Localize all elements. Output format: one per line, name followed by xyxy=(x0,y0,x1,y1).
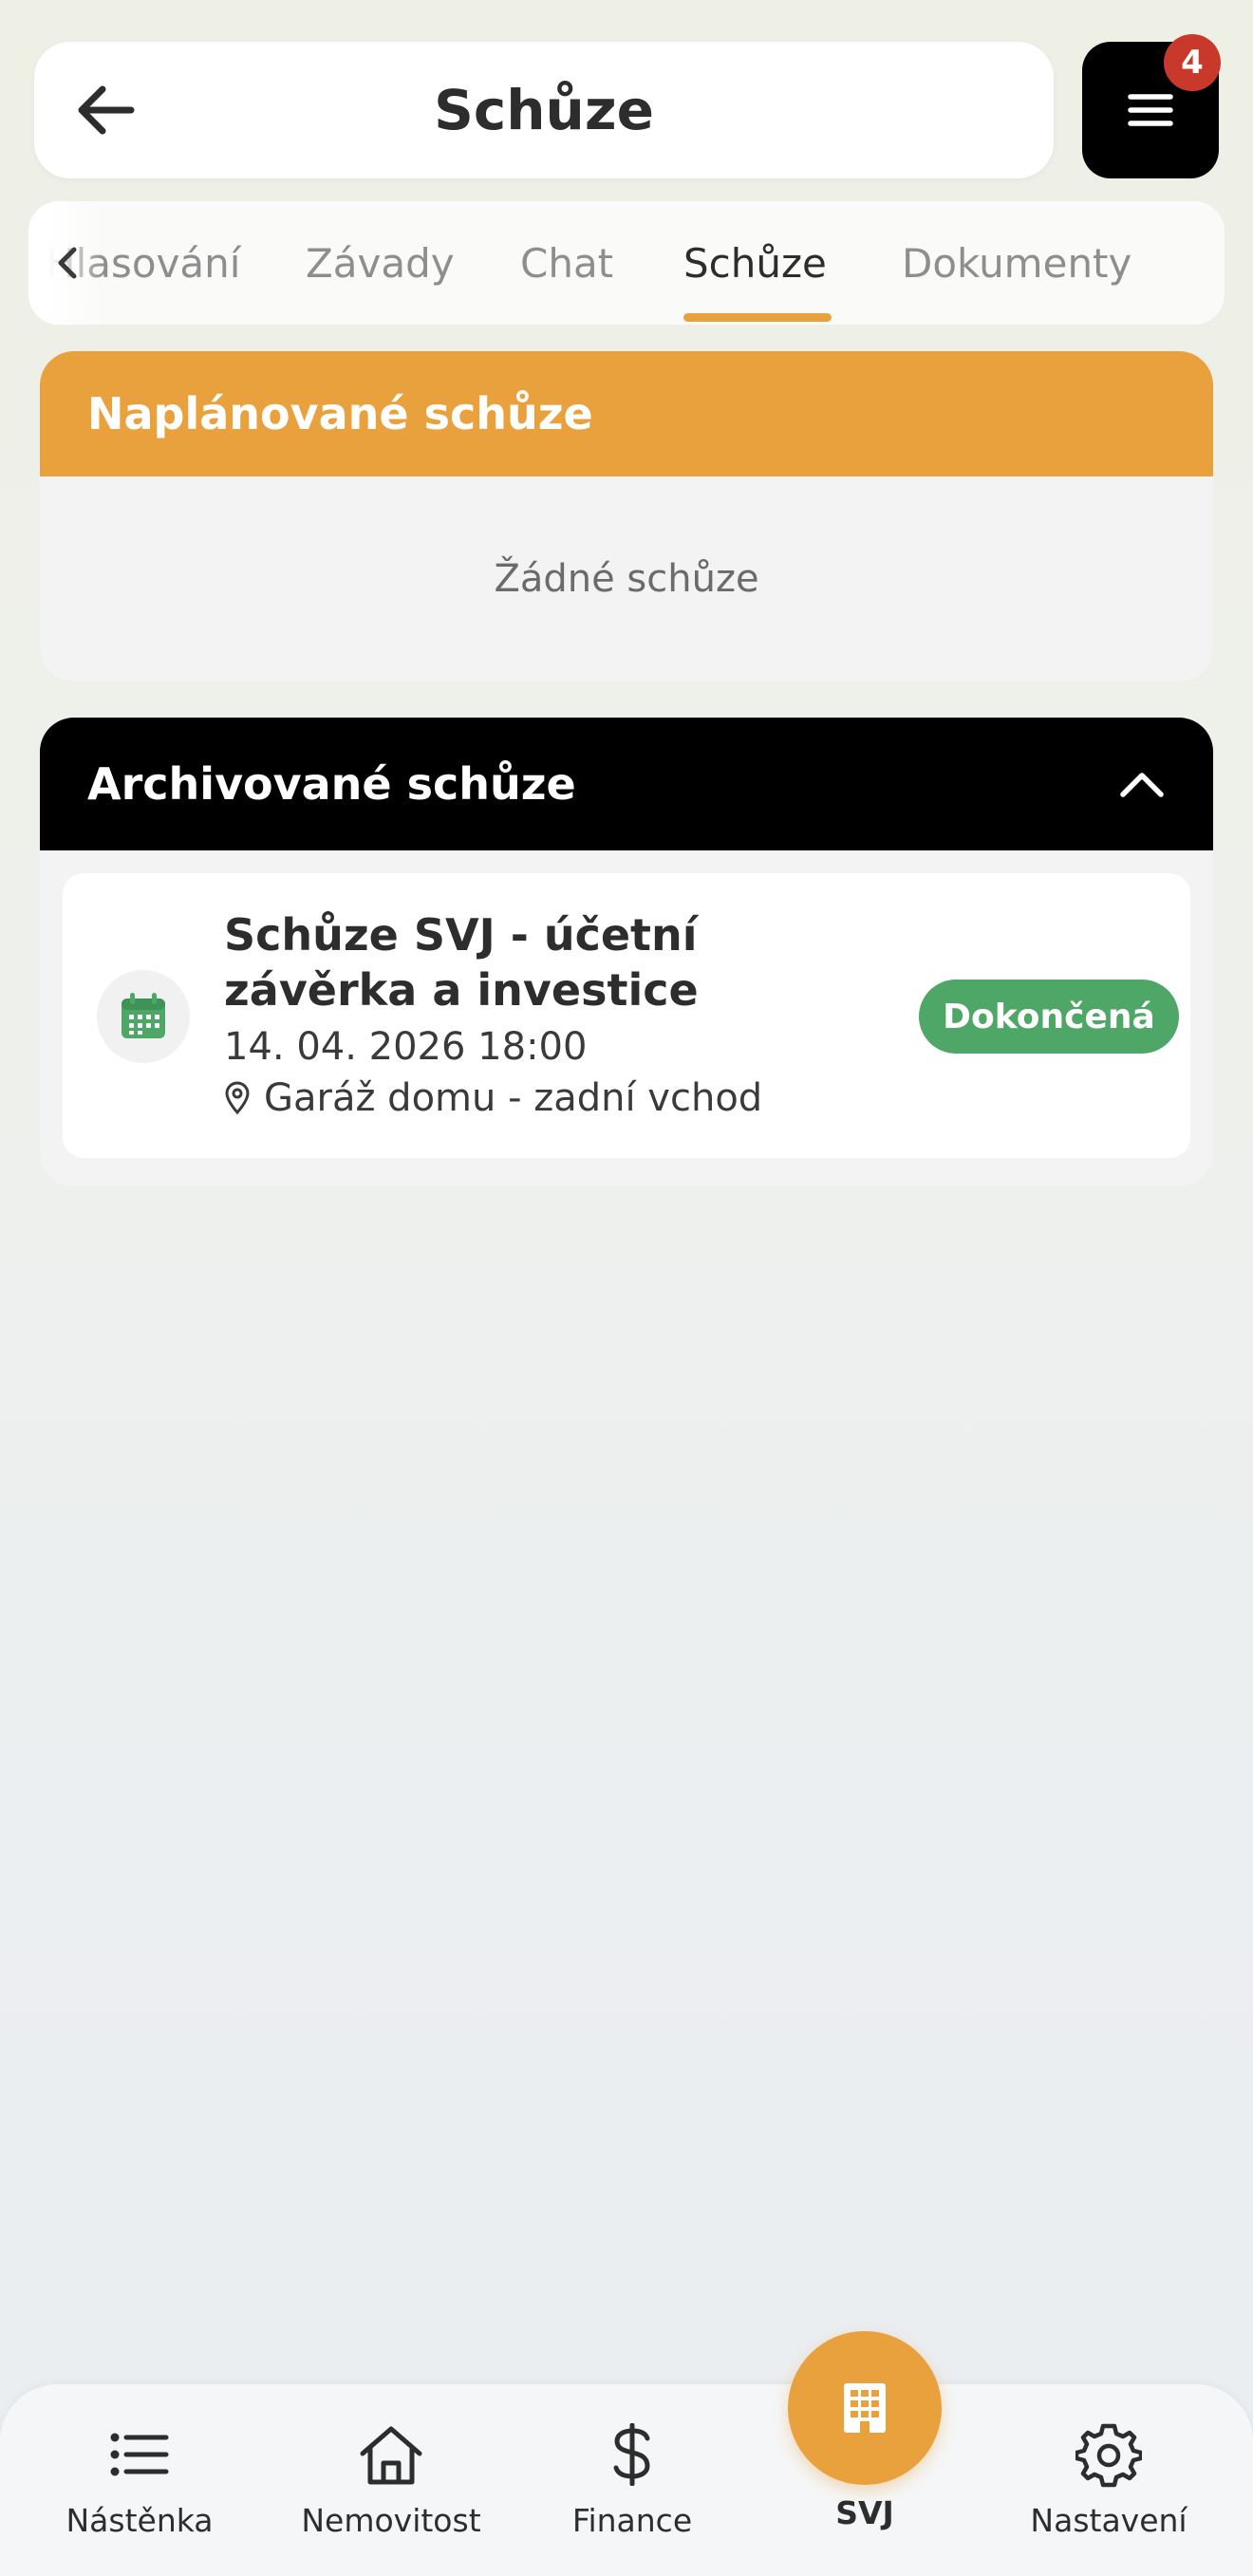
chevron-up-icon xyxy=(1120,773,1164,797)
dollar-icon xyxy=(613,2423,650,2486)
tabs-scroll-left-button[interactable] xyxy=(44,237,91,289)
arrow-left-icon xyxy=(78,85,135,135)
meeting-location-row: Garáž domu - zadní vchod xyxy=(224,1074,762,1122)
gear-icon xyxy=(1075,2423,1142,2488)
planned-meetings-section: Naplánované schůze Žádné schůze xyxy=(40,351,1213,681)
notification-badge: 4 xyxy=(1164,34,1221,91)
nav-label-svj: SVJ xyxy=(835,2494,894,2531)
nav-item-nemovitost[interactable]: Nemovitost xyxy=(287,2411,496,2553)
meeting-datetime: 14. 04. 2026 18:00 xyxy=(224,1025,588,1069)
nav-item-nastenka[interactable]: Nástěnka xyxy=(35,2411,244,2553)
page-title: Schůze xyxy=(434,78,654,142)
home-icon xyxy=(360,2426,422,2485)
building-icon xyxy=(844,2383,886,2433)
status-badge: Dokončená xyxy=(919,980,1179,1054)
header-bar: Schůze xyxy=(34,42,1054,178)
meeting-card[interactable]: Schůze SVJ - účetní závěrka a investice … xyxy=(63,873,1190,1158)
nav-label-finance: Finance xyxy=(571,2502,693,2539)
menu-icon xyxy=(1128,94,1173,126)
active-tab-indicator xyxy=(683,313,832,322)
location-pin-icon xyxy=(225,1081,250,1115)
nav-label-nemovitost: Nemovitost xyxy=(301,2502,481,2539)
planned-meetings-header: Naplánované schůze xyxy=(40,351,1213,476)
planned-empty-text: Žádné schůze xyxy=(494,557,759,601)
archived-meetings-section: Archivované schůze Schůze SVJ - účetní z… xyxy=(40,718,1213,1186)
nav-label-nastenka: Nástěnka xyxy=(65,2502,214,2539)
nav-label-nastaveni: Nastavení xyxy=(1030,2502,1188,2539)
nav-item-svj[interactable] xyxy=(788,2331,942,2485)
calendar-icon-wrap xyxy=(97,970,190,1063)
chevron-left-icon xyxy=(58,247,77,279)
tabs-bar: Hlasování Závady Chat Schůze Dokumenty xyxy=(28,201,1225,325)
tab-schuze[interactable]: Schůze xyxy=(683,201,827,325)
back-button[interactable] xyxy=(72,76,140,144)
nav-item-finance[interactable]: Finance xyxy=(528,2411,737,2553)
meeting-title: Schůze SVJ - účetní závěrka a investice xyxy=(224,909,699,1016)
tab-dokumenty[interactable]: Dokumenty xyxy=(902,201,1131,325)
archived-meetings-title: Archivované schůze xyxy=(87,758,576,810)
tab-zavady[interactable]: Závady xyxy=(306,201,455,325)
calendar-icon xyxy=(122,993,165,1038)
list-icon xyxy=(110,2433,169,2476)
meeting-location: Garáž domu - zadní vchod xyxy=(264,1076,763,1120)
nav-item-nastaveni[interactable]: Nastavení xyxy=(1004,2411,1213,2553)
collapse-button[interactable] xyxy=(1118,761,1166,807)
tab-chat[interactable]: Chat xyxy=(520,201,613,325)
archived-meetings-header[interactable]: Archivované schůze xyxy=(40,718,1213,850)
